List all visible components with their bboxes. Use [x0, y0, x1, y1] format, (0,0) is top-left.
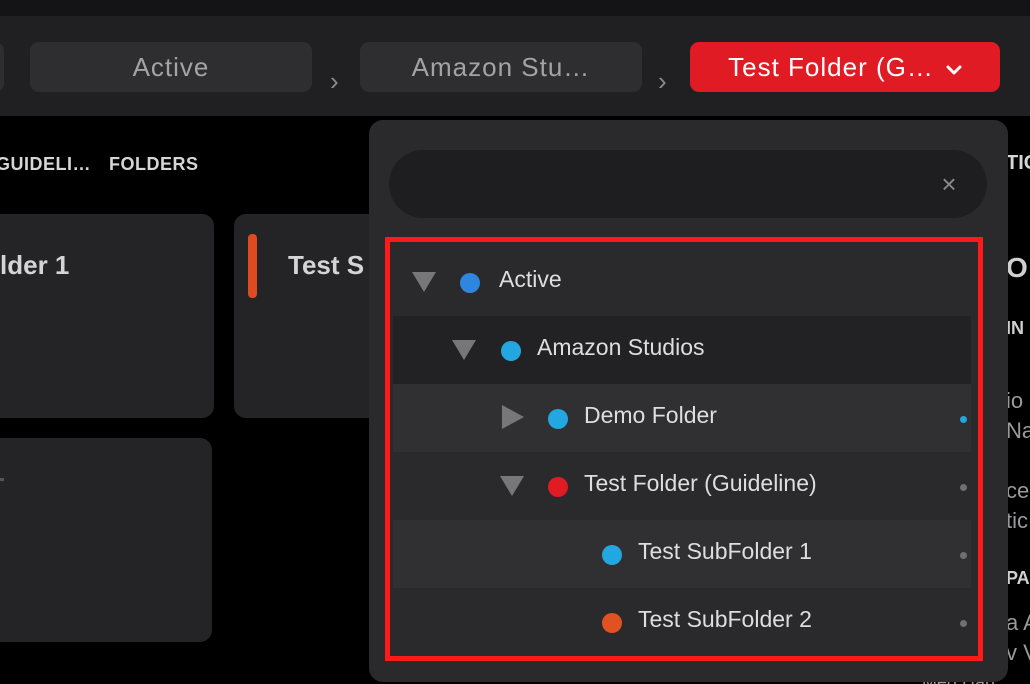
highlight-annotation-box — [385, 237, 983, 661]
card-color-accent — [248, 234, 257, 298]
card-decoration — [0, 478, 4, 481]
breadcrumb-item-active[interactable]: Active — [30, 42, 312, 92]
right-heading: O — [1006, 252, 1028, 283]
tab-guidelines[interactable]: GUIDELI… — [0, 154, 91, 175]
breadcrumb-stub[interactable] — [0, 42, 4, 92]
card-title: lder 1 — [0, 250, 70, 280]
breadcrumb-item-current-folder[interactable]: Test Folder (G… — [690, 42, 1000, 92]
chevron-right-icon: › — [330, 66, 339, 96]
right-text: v V — [1006, 640, 1030, 665]
folder-search-input[interactable] — [413, 150, 933, 218]
right-text: ce — [1006, 478, 1030, 503]
close-icon[interactable]: × — [935, 170, 963, 198]
right-label: IN — [1006, 318, 1024, 338]
right-text: tic — [1006, 508, 1028, 533]
right-tab-label: TIC — [1006, 152, 1030, 174]
right-text: a A — [1006, 610, 1030, 635]
folder-card[interactable]: lder 1 — [0, 214, 214, 418]
right-text: Na — [1006, 418, 1030, 443]
chevron-right-icon: › — [658, 66, 667, 96]
folder-card[interactable] — [0, 438, 212, 642]
breadcrumb-current-label: Test Folder (G… — [728, 51, 934, 82]
chevron-down-icon — [946, 52, 962, 83]
right-text: io — [1006, 388, 1024, 413]
window-top-strip — [0, 0, 1030, 16]
breadcrumb: Active › Amazon Stu… › Test Folder (G… — [0, 16, 1030, 116]
tab-folders[interactable]: FOLDERS — [109, 154, 199, 175]
right-label: PA — [1006, 568, 1030, 588]
folder-search: × — [389, 150, 987, 218]
breadcrumb-item-amazon-studios[interactable]: Amazon Stu… — [360, 42, 642, 92]
card-title: Test S — [288, 250, 365, 280]
